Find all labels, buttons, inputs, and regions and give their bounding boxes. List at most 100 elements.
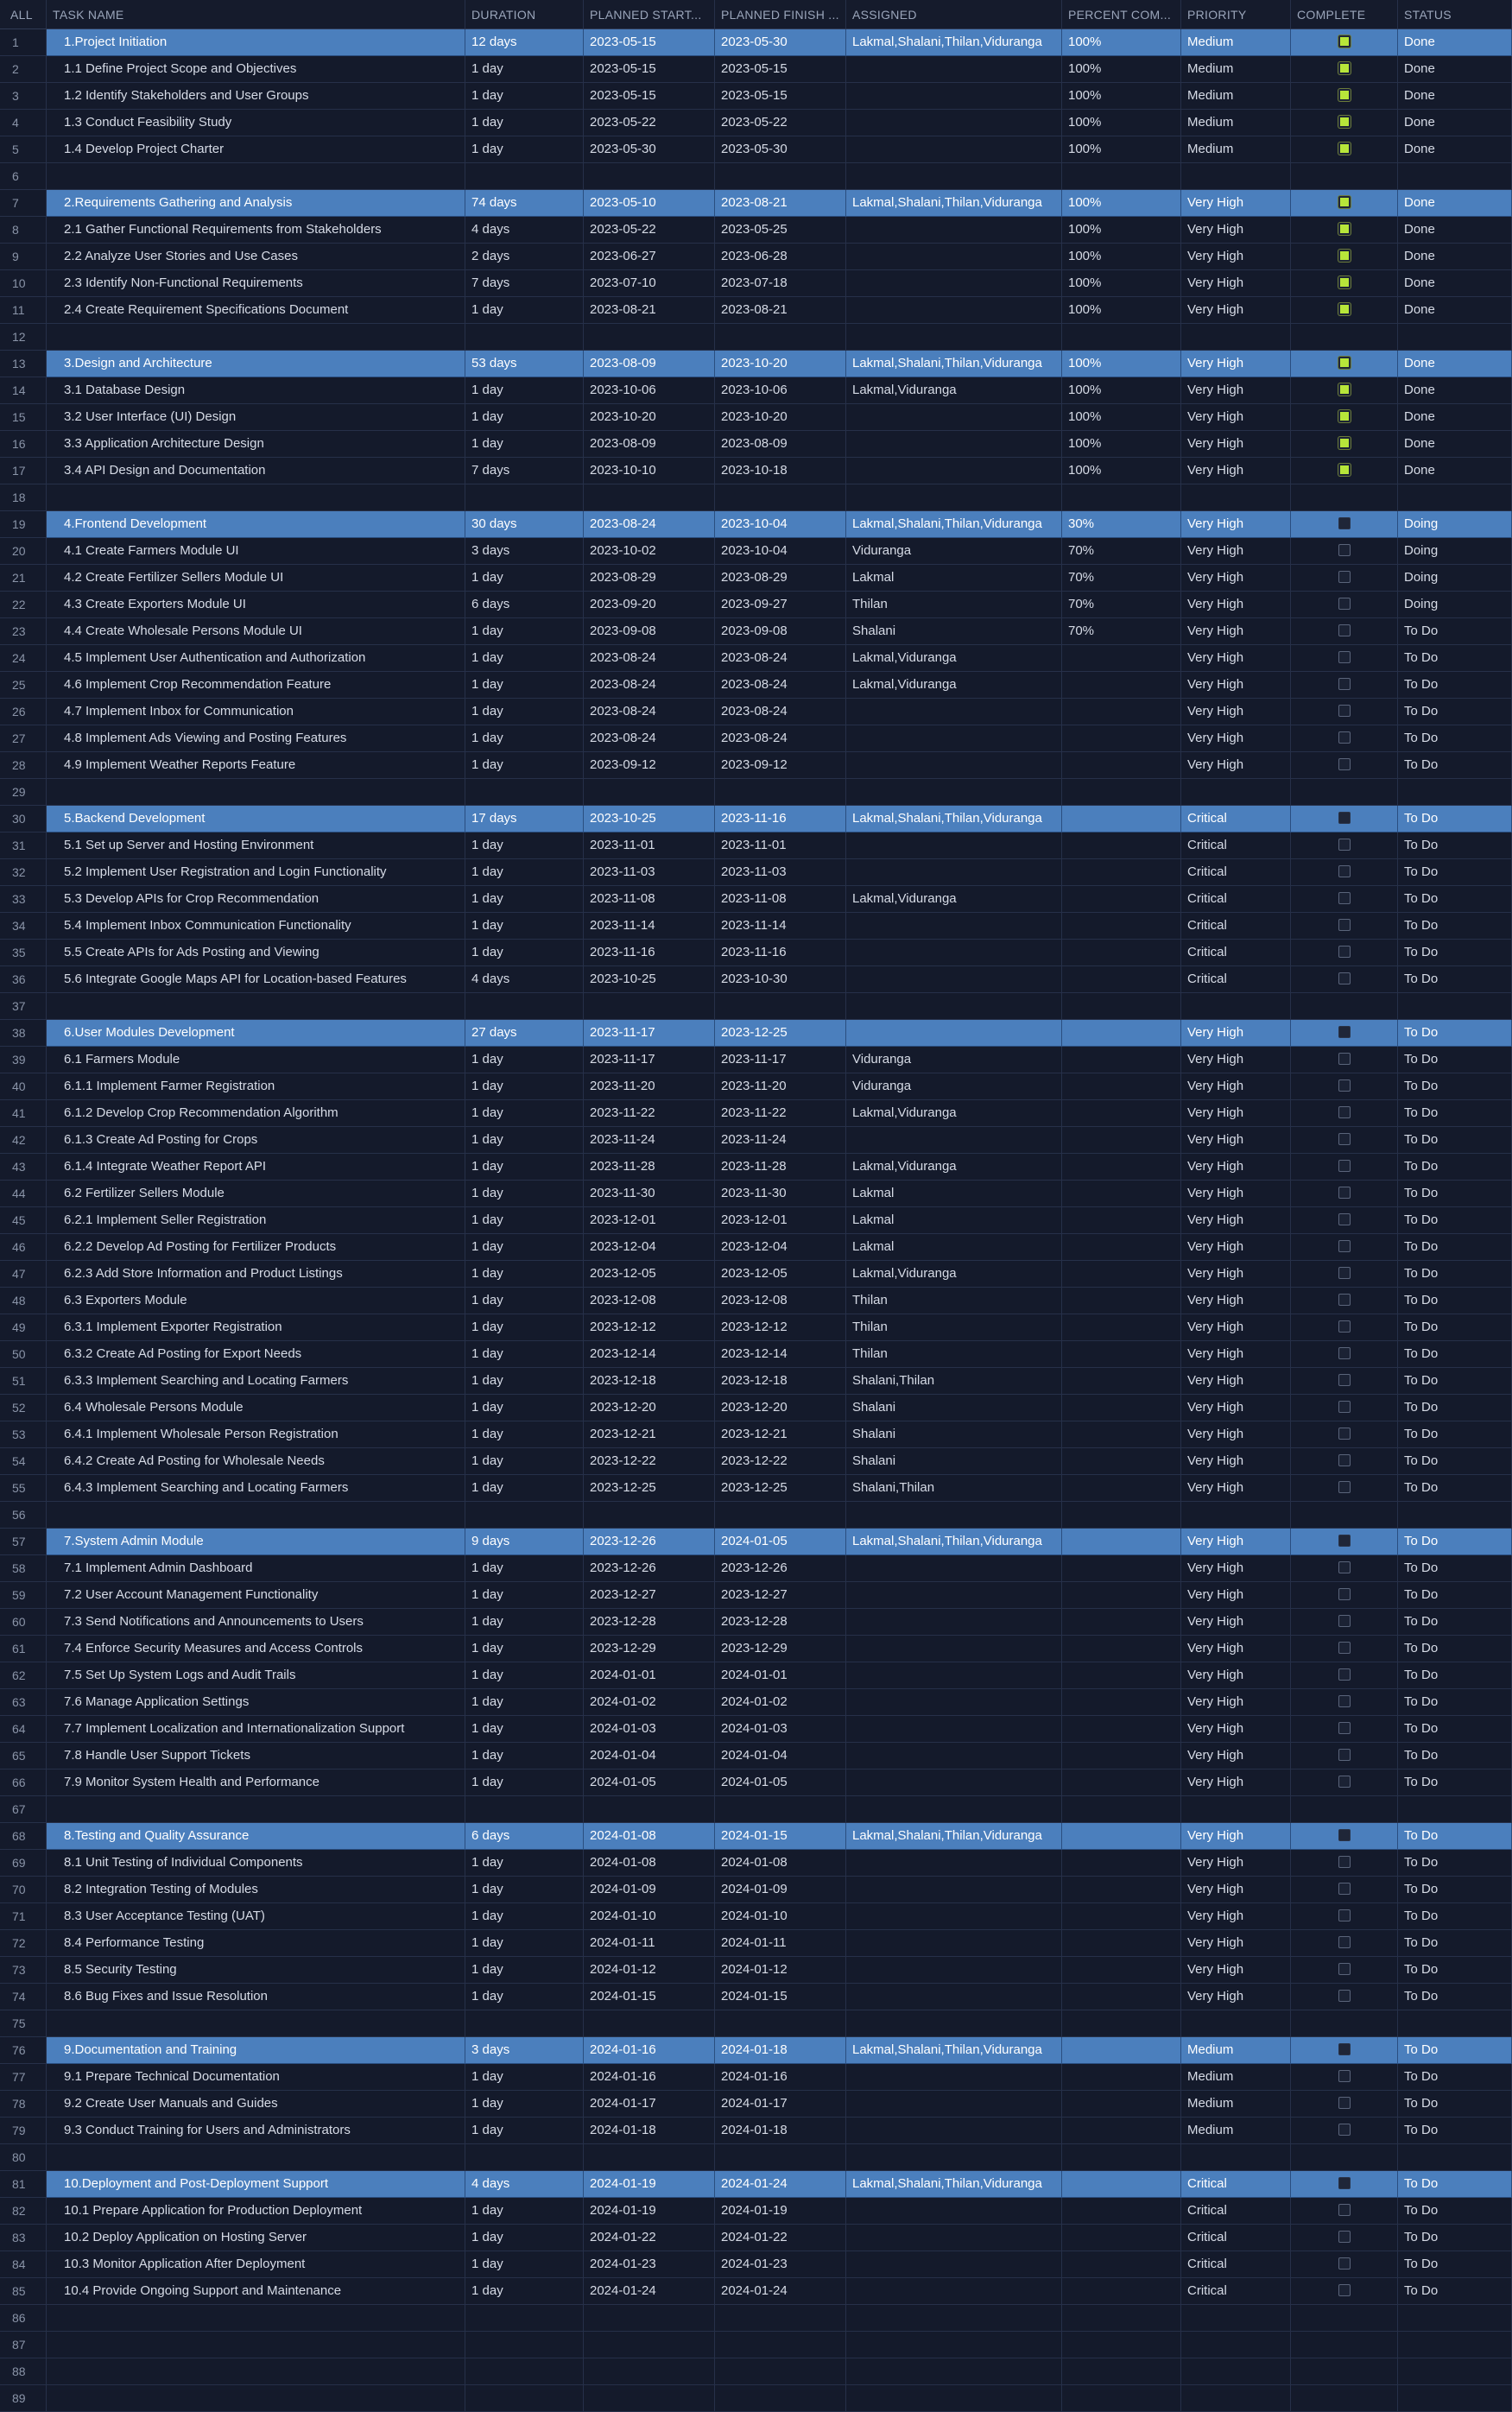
cell-priority[interactable]	[1181, 1796, 1291, 1823]
cell-planned-start[interactable]	[584, 779, 715, 806]
cell-assigned[interactable]	[846, 1877, 1062, 1903]
cell-planned-start[interactable]: 2024-01-02	[584, 1689, 715, 1716]
complete-checkbox[interactable]	[1338, 2070, 1351, 2083]
cell-status[interactable]: To Do	[1398, 1341, 1512, 1368]
cell-planned-start[interactable]: 2023-09-08	[584, 618, 715, 645]
cell-priority[interactable]: Very High	[1181, 458, 1291, 484]
cell-task-name[interactable]: 7.5 Set Up System Logs and Audit Trails	[47, 1662, 465, 1689]
cell-complete[interactable]	[1291, 1502, 1398, 1529]
cell-status[interactable]: To Do	[1398, 1877, 1512, 1903]
cell-priority[interactable]: Very High	[1181, 1261, 1291, 1288]
cell-assigned[interactable]	[846, 1743, 1062, 1769]
cell-planned-finish[interactable]: 2023-11-08	[715, 886, 846, 913]
table-row[interactable]: 36 5.6 Integrate Google Maps API for Loca…	[0, 966, 1512, 993]
column-header-percent-complete[interactable]: PERCENT COM...	[1062, 0, 1181, 29]
cell-complete[interactable]	[1291, 672, 1398, 699]
cell-priority[interactable]: Critical	[1181, 966, 1291, 993]
cell-assigned[interactable]	[846, 163, 1062, 190]
table-row[interactable]: 58 7.1 Implement Admin Dashboard 1 day 2023…	[0, 1555, 1512, 1582]
cell-task-name[interactable]: 8.Testing and Quality Assurance	[47, 1823, 465, 1850]
cell-priority[interactable]	[1181, 2144, 1291, 2171]
cell-task-name[interactable]: 5.2 Implement User Registration and Logi…	[47, 859, 465, 886]
cell-task-name[interactable]: 9.1 Prepare Technical Documentation	[47, 2064, 465, 2091]
table-row[interactable]: 49 6.3.1 Implement Exporter Registration 1…	[0, 1314, 1512, 1341]
cell-percent-complete[interactable]	[1062, 1502, 1181, 1529]
cell-planned-finish[interactable]: 2023-11-03	[715, 859, 846, 886]
cell-complete[interactable]	[1291, 1181, 1398, 1207]
complete-checkbox[interactable]	[1338, 1776, 1351, 1788]
cell-percent-complete[interactable]	[1062, 2010, 1181, 2037]
cell-percent-complete[interactable]	[1062, 2171, 1181, 2198]
cell-percent-complete[interactable]: 100%	[1062, 377, 1181, 404]
cell-task-name[interactable]: 6.2.3 Add Store Information and Product …	[47, 1261, 465, 1288]
complete-checkbox[interactable]	[1338, 2124, 1351, 2137]
cell-task-name[interactable]	[47, 2144, 465, 2171]
cell-percent-complete[interactable]	[1062, 1127, 1181, 1154]
cell-percent-complete[interactable]	[1062, 2037, 1181, 2064]
cell-planned-finish[interactable]: 2023-08-24	[715, 699, 846, 725]
cell-planned-start[interactable]: 2023-11-20	[584, 1073, 715, 1100]
cell-percent-complete[interactable]	[1062, 699, 1181, 725]
cell-assigned[interactable]: Lakmal,Viduranga	[846, 1154, 1062, 1181]
cell-status[interactable]	[1398, 2144, 1512, 2171]
cell-priority[interactable]: Very High	[1181, 1850, 1291, 1877]
table-row[interactable]: 64 7.7 Implement Localization and Interna…	[0, 1716, 1512, 1743]
table-row[interactable]: 48 6.3 Exporters Module 1 day 2023-12-08 202…	[0, 1288, 1512, 1314]
cell-complete[interactable]	[1291, 484, 1398, 511]
cell-priority[interactable]: Medium	[1181, 136, 1291, 163]
cell-task-name[interactable]: 9.Documentation and Training	[47, 2037, 465, 2064]
cell-complete[interactable]	[1291, 1555, 1398, 1582]
cell-priority[interactable]: Very High	[1181, 1288, 1291, 1314]
cell-planned-start[interactable]: 2024-01-16	[584, 2037, 715, 2064]
cell-percent-complete[interactable]	[1062, 1609, 1181, 1636]
cell-assigned[interactable]: Lakmal	[846, 1207, 1062, 1234]
cell-planned-finish[interactable]: 2024-01-15	[715, 1984, 846, 2010]
cell-complete[interactable]	[1291, 2171, 1398, 2198]
cell-planned-finish[interactable]: 2023-08-24	[715, 672, 846, 699]
cell-status[interactable]: To Do	[1398, 2171, 1512, 2198]
cell-task-name[interactable]: 5.Backend Development	[47, 806, 465, 832]
cell-complete[interactable]	[1291, 1930, 1398, 1957]
cell-assigned[interactable]	[846, 699, 1062, 725]
cell-planned-finish[interactable]: 2023-10-20	[715, 351, 846, 377]
cell-duration[interactable]: 1 day	[465, 618, 584, 645]
table-row[interactable]: 39 6.1 Farmers Module 1 day 2023-11-17 2023-…	[0, 1047, 1512, 1073]
cell-duration[interactable]: 1 day	[465, 1234, 584, 1261]
cell-planned-finish[interactable]: 2023-11-20	[715, 1073, 846, 1100]
cell-duration[interactable]: 7 days	[465, 270, 584, 297]
cell-planned-finish[interactable]: 2023-11-24	[715, 1127, 846, 1154]
cell-percent-complete[interactable]	[1062, 806, 1181, 832]
cell-status[interactable]: Done	[1398, 190, 1512, 217]
table-row[interactable]: 42 6.1.3 Create Ad Posting for Crops 1 day…	[0, 1127, 1512, 1154]
cell-percent-complete[interactable]: 100%	[1062, 190, 1181, 217]
cell-assigned[interactable]	[846, 1850, 1062, 1877]
cell-percent-complete[interactable]	[1062, 1636, 1181, 1662]
cell-complete[interactable]	[1291, 1207, 1398, 1234]
cell-percent-complete[interactable]	[1062, 1181, 1181, 1207]
cell-assigned[interactable]	[846, 1796, 1062, 1823]
column-header-planned-finish[interactable]: PLANNED FINISH ...	[715, 0, 846, 29]
cell-assigned[interactable]	[846, 1984, 1062, 2010]
table-row[interactable]: 74 8.6 Bug Fixes and Issue Resolution 1 da…	[0, 1984, 1512, 2010]
cell-planned-finish[interactable]: 2023-08-09	[715, 431, 846, 458]
cell-priority[interactable]: Very High	[1181, 592, 1291, 618]
cell-priority[interactable]: Medium	[1181, 2064, 1291, 2091]
cell-status[interactable]: To Do	[1398, 940, 1512, 966]
cell-status[interactable]: Done	[1398, 431, 1512, 458]
cell-planned-start[interactable]: 2024-01-19	[584, 2198, 715, 2225]
cell-planned-start[interactable]: 2024-01-15	[584, 1984, 715, 2010]
cell-planned-finish[interactable]	[715, 2385, 846, 2412]
cell-complete[interactable]	[1291, 2278, 1398, 2305]
complete-checkbox[interactable]	[1338, 972, 1351, 985]
cell-assigned[interactable]	[846, 1555, 1062, 1582]
complete-checkbox[interactable]	[1338, 276, 1351, 289]
cell-status[interactable]: To Do	[1398, 966, 1512, 993]
cell-status[interactable]: To Do	[1398, 1850, 1512, 1877]
cell-priority[interactable]: Very High	[1181, 190, 1291, 217]
cell-percent-complete[interactable]	[1062, 1100, 1181, 1127]
cell-planned-finish[interactable]: 2024-01-02	[715, 1689, 846, 1716]
table-row[interactable]: 20 4.1 Create Farmers Module UI 3 days 2023…	[0, 538, 1512, 565]
cell-complete[interactable]	[1291, 1984, 1398, 2010]
cell-complete[interactable]	[1291, 1368, 1398, 1395]
cell-duration[interactable]: 1 day	[465, 1207, 584, 1234]
